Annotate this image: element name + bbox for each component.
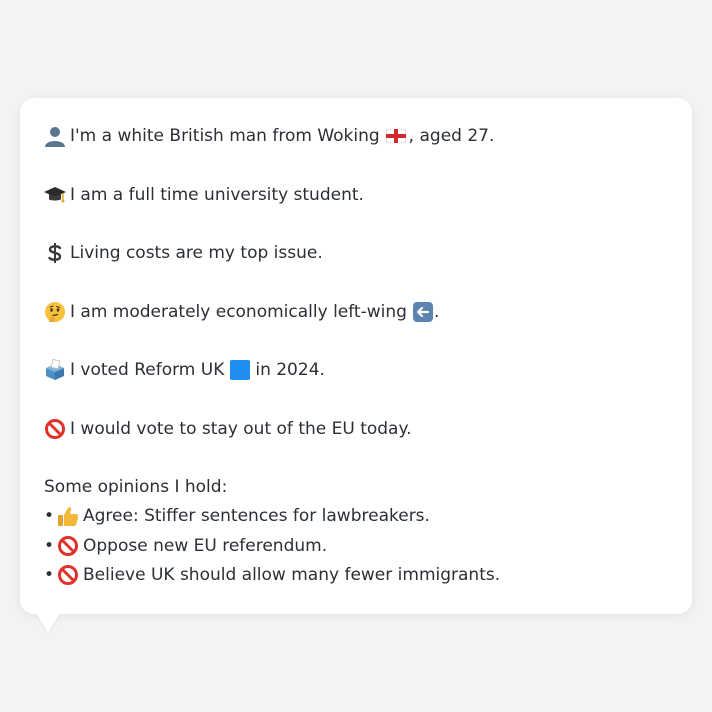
opinions-heading: Some opinions I hold: [44,477,228,497]
dollar-sign-icon [44,242,66,264]
bullet: • [44,506,55,526]
bubble-tail [36,613,60,633]
left-arrow-icon [412,302,433,322]
economics-period: . [433,302,440,322]
bullet: • [44,536,55,556]
vote-2024-year-text: in 2024. [255,360,325,380]
opinion-item: • Believe UK should allow many fewer imm… [44,562,500,588]
occupation-line: I am a full time university student. [44,182,364,208]
vote-2024-text: I voted Reform UK [70,360,225,380]
eu-vote-line: I would vote to stay out of the EU today… [44,416,412,442]
england-flag-icon [385,128,407,144]
blue-square-icon [230,360,251,380]
opinion-text: Believe UK should allow many fewer immig… [83,565,501,585]
opinion-text: Oppose new EU referendum. [83,536,328,556]
economics-text: I am moderately economically left-wing [70,302,407,322]
opinion-text: Agree: Stiffer sentences for lawbreakers… [83,506,430,526]
prohibited-icon [44,418,66,440]
thumbs-up-icon [57,505,79,527]
identity-text: I'm a white British man from Woking [70,126,380,146]
graduation-cap-icon [44,184,66,206]
opinion-item: • Agree: Stiffer sentences for lawbreake… [44,503,430,529]
prohibited-icon [57,564,79,586]
economics-line: I am moderately economically left-wing . [44,299,439,325]
bullet: • [44,565,55,585]
identity-age-text: , aged 27. [408,126,495,146]
top-issue-line: Living costs are my top issue. [44,240,323,266]
occupation-text: I am a full time university student. [70,185,364,205]
thinking-face-icon [44,301,66,323]
identity-line: I'm a white British man from Woking , ag… [44,123,494,149]
eu-vote-text: I would vote to stay out of the EU today… [70,419,412,439]
message-bubble: I'm a white British man from Woking , ag… [20,98,692,614]
opinion-item: • Oppose new EU referendum. [44,533,327,559]
ballot-box-icon [44,359,66,381]
prohibited-icon [57,535,79,557]
top-issue-text: Living costs are my top issue. [70,243,323,263]
person-silhouette-icon [44,125,66,147]
vote-2024-line: I voted Reform UK in 2024. [44,357,325,383]
